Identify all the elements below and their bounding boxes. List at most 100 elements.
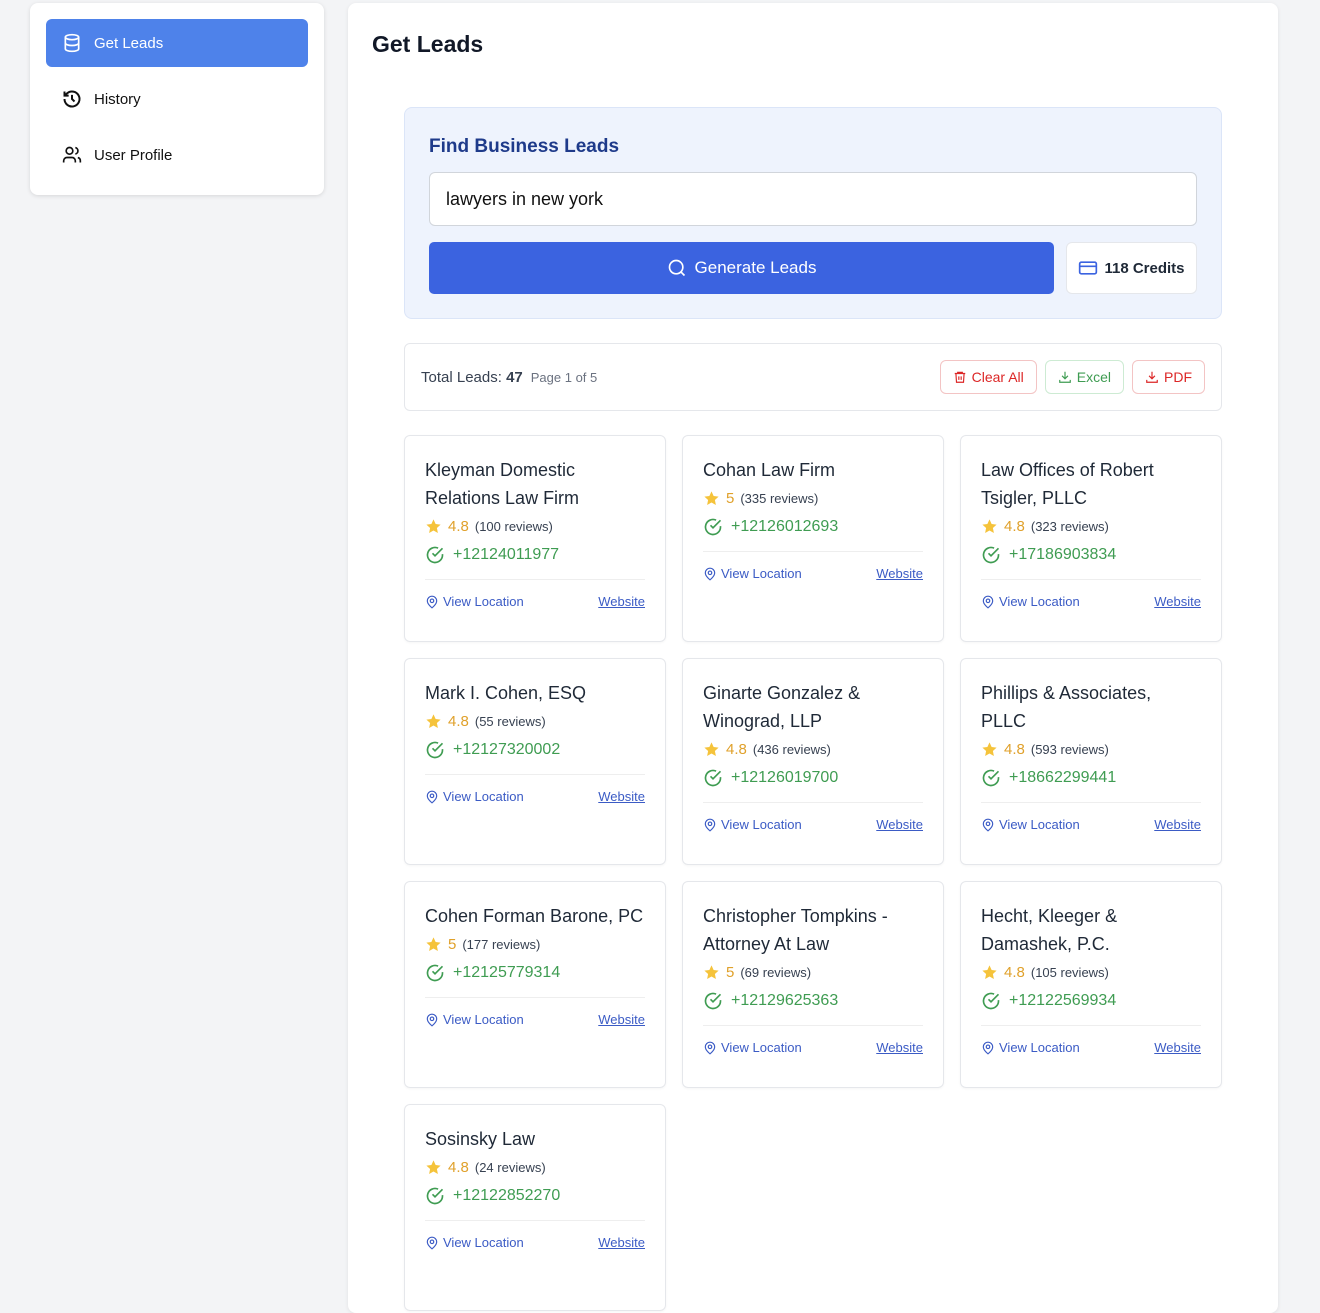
sidebar-item-user-profile[interactable]: User Profile <box>46 131 308 179</box>
view-location-label: View Location <box>999 1040 1080 1055</box>
view-location-link[interactable]: View Location <box>425 594 524 609</box>
history-icon <box>63 90 81 108</box>
view-location-label: View Location <box>443 1235 524 1250</box>
rating-value: 4.8 <box>1004 518 1025 535</box>
website-link[interactable]: Website <box>1154 594 1201 609</box>
lead-rating: 5 (69 reviews) <box>703 964 923 981</box>
leads-grid: Kleyman Domestic Relations Law Firm 4.8 … <box>404 435 1222 1311</box>
total-leads-count: 47 <box>506 368 523 386</box>
website-link[interactable]: Website <box>876 817 923 832</box>
excel-label: Excel <box>1076 369 1111 385</box>
view-location-link[interactable]: View Location <box>425 1012 524 1027</box>
lead-rating: 5 (177 reviews) <box>425 936 645 953</box>
search-input[interactable] <box>429 172 1197 226</box>
website-link[interactable]: Website <box>1154 817 1201 832</box>
star-icon <box>982 519 997 533</box>
check-circle-icon <box>704 992 722 1010</box>
lead-name: Ginarte Gonzalez & Winograd, LLP <box>703 683 861 731</box>
star-icon <box>704 965 719 979</box>
credit-card-icon <box>1079 261 1098 275</box>
star-icon <box>426 519 441 533</box>
website-link[interactable]: Website <box>876 566 923 581</box>
review-count: (335 reviews) <box>740 491 819 506</box>
map-pin-icon <box>704 567 716 581</box>
view-location-link[interactable]: View Location <box>425 789 524 804</box>
lead-card: Cohan Law Firm 5 (335 reviews) +12126012… <box>682 435 944 642</box>
view-location-label: View Location <box>443 1012 524 1027</box>
credits-label: 118 Credits <box>1104 259 1185 277</box>
review-count: (24 reviews) <box>474 1160 546 1175</box>
check-circle-icon <box>982 992 1000 1010</box>
star-icon <box>426 714 441 728</box>
view-location-link[interactable]: View Location <box>981 1040 1080 1055</box>
search-panel: Find Business Leads Generate Leads 118 C… <box>404 107 1222 319</box>
review-count: (323 reviews) <box>1030 519 1109 534</box>
excel-export-button[interactable]: Excel <box>1044 360 1124 394</box>
star-icon <box>704 742 719 756</box>
lead-name: Phillips & Associates, PLLC <box>981 683 1152 731</box>
lead-card: Hecht, Kleeger & Damashek, P.C. 4.8 (105… <box>960 881 1222 1088</box>
lead-phone: +12124011977 <box>425 545 645 565</box>
website-link[interactable]: Website <box>598 594 645 609</box>
page-indicator: Page 1 of 5 <box>530 369 598 385</box>
generate-leads-button[interactable]: Generate Leads <box>429 242 1054 294</box>
search-icon <box>668 259 685 277</box>
view-location-link[interactable]: View Location <box>703 817 802 832</box>
page-title: Get Leads <box>372 31 484 57</box>
users-icon <box>62 146 82 163</box>
review-count: (436 reviews) <box>752 742 831 757</box>
lead-rating: 4.8 (100 reviews) <box>425 518 645 535</box>
view-location-label: View Location <box>443 789 524 804</box>
review-count: (55 reviews) <box>474 714 546 729</box>
check-circle-icon <box>426 741 444 759</box>
sidebar-item-label: History <box>94 90 141 108</box>
view-location-link[interactable]: View Location <box>981 817 1080 832</box>
view-location-link[interactable]: View Location <box>703 1040 802 1055</box>
check-circle-icon <box>426 1187 444 1205</box>
total-leads-label: Total Leads: <box>421 368 502 386</box>
sidebar-item-history[interactable]: History <box>46 75 308 123</box>
website-link[interactable]: Website <box>598 1012 645 1027</box>
rating-value: 4.8 <box>1004 964 1025 981</box>
lead-rating: 5 (335 reviews) <box>703 490 923 507</box>
map-pin-icon <box>982 818 994 832</box>
rating-value: 4.8 <box>448 1159 469 1176</box>
map-pin-icon <box>426 1013 438 1027</box>
lead-name: Kleyman Domestic Relations Law Firm <box>425 460 580 508</box>
view-location-link[interactable]: View Location <box>703 566 802 581</box>
review-count: (69 reviews) <box>740 965 812 980</box>
view-location-link[interactable]: View Location <box>981 594 1080 609</box>
view-location-link[interactable]: View Location <box>425 1235 524 1250</box>
pdf-export-button[interactable]: PDF <box>1132 360 1205 394</box>
lead-rating: 4.8 (593 reviews) <box>981 741 1201 758</box>
lead-card: Phillips & Associates, PLLC 4.8 (593 rev… <box>960 658 1222 865</box>
clear-all-label: Clear All <box>971 369 1024 385</box>
phone-number: +12127320002 <box>453 741 561 758</box>
check-circle-icon <box>704 518 722 536</box>
website-link[interactable]: Website <box>876 1040 923 1055</box>
download-icon <box>1146 371 1158 383</box>
check-circle-icon <box>982 769 1000 787</box>
lead-phone: +12122852270 <box>425 1186 645 1206</box>
main-panel: Get Leads Find Business Leads Generate L… <box>348 3 1278 1313</box>
website-link[interactable]: Website <box>598 1235 645 1250</box>
pdf-label: PDF <box>1164 369 1192 385</box>
database-icon <box>64 33 80 53</box>
lead-rating: 4.8 (24 reviews) <box>425 1159 645 1176</box>
map-pin-icon <box>704 818 716 832</box>
lead-phone: +12127320002 <box>425 740 645 760</box>
map-pin-icon <box>982 1041 994 1055</box>
view-location-label: View Location <box>443 594 524 609</box>
website-link[interactable]: Website <box>598 789 645 804</box>
lead-name: Christopher Tompkins - Attorney At Law <box>703 906 888 954</box>
sidebar-item-get-leads[interactable]: Get Leads <box>46 19 308 67</box>
view-location-label: View Location <box>721 566 802 581</box>
map-pin-icon <box>426 595 438 609</box>
clear-all-button[interactable]: Clear All <box>939 360 1037 394</box>
lead-card: Ginarte Gonzalez & Winograd, LLP 4.8 (43… <box>682 658 944 865</box>
phone-number: +12122852270 <box>453 1187 561 1204</box>
rating-value: 5 <box>448 936 457 953</box>
website-link[interactable]: Website <box>1154 1040 1201 1055</box>
review-count: (593 reviews) <box>1030 742 1109 757</box>
view-location-label: View Location <box>721 1040 802 1055</box>
